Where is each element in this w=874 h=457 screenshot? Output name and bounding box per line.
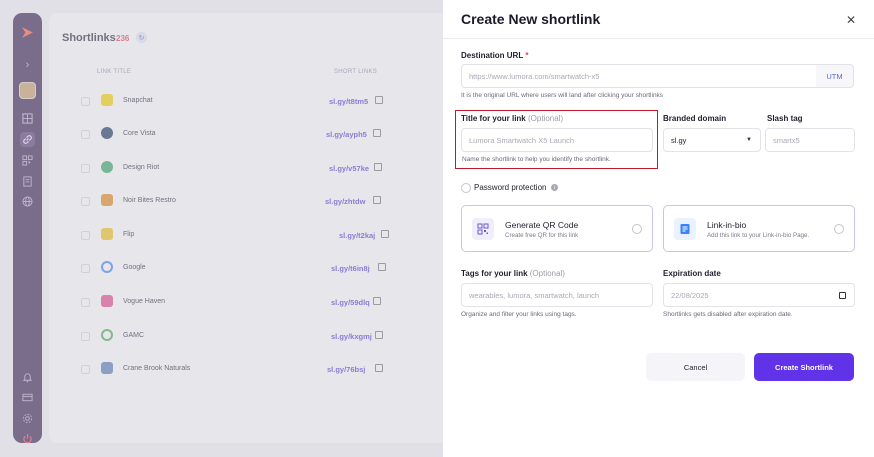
branded-domain-value: sl.gy	[671, 135, 687, 145]
tags-label: Tags for your link (Optional)	[461, 269, 565, 278]
link-title-placeholder: Lumora Smartwatch X5 Launch	[469, 135, 575, 145]
calendar-icon[interactable]	[839, 292, 846, 299]
link-in-bio-icon	[674, 218, 696, 240]
utm-button[interactable]: UTM	[816, 64, 854, 88]
tags-label-text: Tags for your link	[461, 269, 528, 278]
divider	[443, 38, 874, 39]
slash-tag-label: Slash tag	[767, 114, 803, 123]
link-title-input[interactable]: Lumora Smartwatch X5 Launch	[461, 128, 653, 152]
link-in-bio-card[interactable]: Link-in-bio Add this link to your Link-i…	[663, 205, 855, 252]
destination-url-hint: It is the original URL where users will …	[461, 92, 664, 99]
slash-tag-input[interactable]: smartx5	[765, 128, 855, 152]
link-in-bio-radio[interactable]	[834, 224, 844, 234]
password-protection-label: Password protection	[474, 183, 547, 192]
link-in-bio-title: Link-in-bio	[707, 220, 747, 230]
branded-domain-label: Branded domain	[663, 114, 727, 123]
cancel-button[interactable]: Cancel	[646, 353, 745, 381]
info-icon[interactable]: i	[551, 184, 558, 191]
modal-backdrop[interactable]	[0, 0, 443, 457]
link-in-bio-subtitle: Add this link to your Link-in-bio Page.	[707, 232, 810, 239]
password-protection-toggle[interactable]	[461, 183, 471, 193]
qr-card-title: Generate QR Code	[505, 220, 579, 230]
qr-card-subtitle: Create free QR for this link	[505, 232, 579, 239]
expiration-date-value: 22/08/2025	[671, 290, 709, 300]
generate-qr-card[interactable]: Generate QR Code Create free QR for this…	[461, 205, 653, 252]
slash-tag-placeholder: smartx5	[773, 135, 800, 145]
branded-domain-select[interactable]: sl.gy ▼	[663, 128, 761, 152]
destination-url-input[interactable]: https://www.lumora.com/smartwatch-x5	[461, 64, 817, 88]
optional-tag: (Optional)	[527, 114, 564, 123]
create-shortlink-button[interactable]: Create Shortlink	[754, 353, 854, 381]
expiration-date-hint: Shortlinks gets disabled after expiratio…	[663, 311, 793, 318]
expiration-date-input[interactable]: 22/08/2025	[663, 283, 855, 307]
tags-placeholder: wearables, lumora, smartwatch, launch	[469, 290, 600, 300]
modal-title: Create New shortlink	[461, 11, 601, 27]
qr-code-icon	[472, 218, 494, 240]
tags-input[interactable]: wearables, lumora, smartwatch, launch	[461, 283, 653, 307]
link-title-label-text: Title for your link	[461, 114, 526, 123]
expiration-date-label: Expiration date	[663, 269, 721, 278]
required-mark: *	[525, 51, 529, 60]
destination-url-placeholder: https://www.lumora.com/smartwatch-x5	[469, 71, 600, 81]
link-title-label: Title for your link (Optional)	[461, 114, 563, 123]
optional-tag: (Optional)	[529, 269, 565, 278]
destination-url-label-text: Destination URL	[461, 51, 524, 60]
chevron-down-icon: ▼	[746, 137, 752, 143]
link-title-hint: Name the shortlink to help you identify …	[462, 156, 611, 163]
close-icon[interactable]: ✕	[846, 13, 856, 27]
destination-url-label: Destination URL *	[461, 51, 528, 60]
create-shortlink-panel: Create New shortlink ✕ Destination URL *…	[443, 0, 874, 457]
qr-card-radio[interactable]	[632, 224, 642, 234]
tags-hint: Organize and filter your links using tag…	[461, 311, 577, 318]
